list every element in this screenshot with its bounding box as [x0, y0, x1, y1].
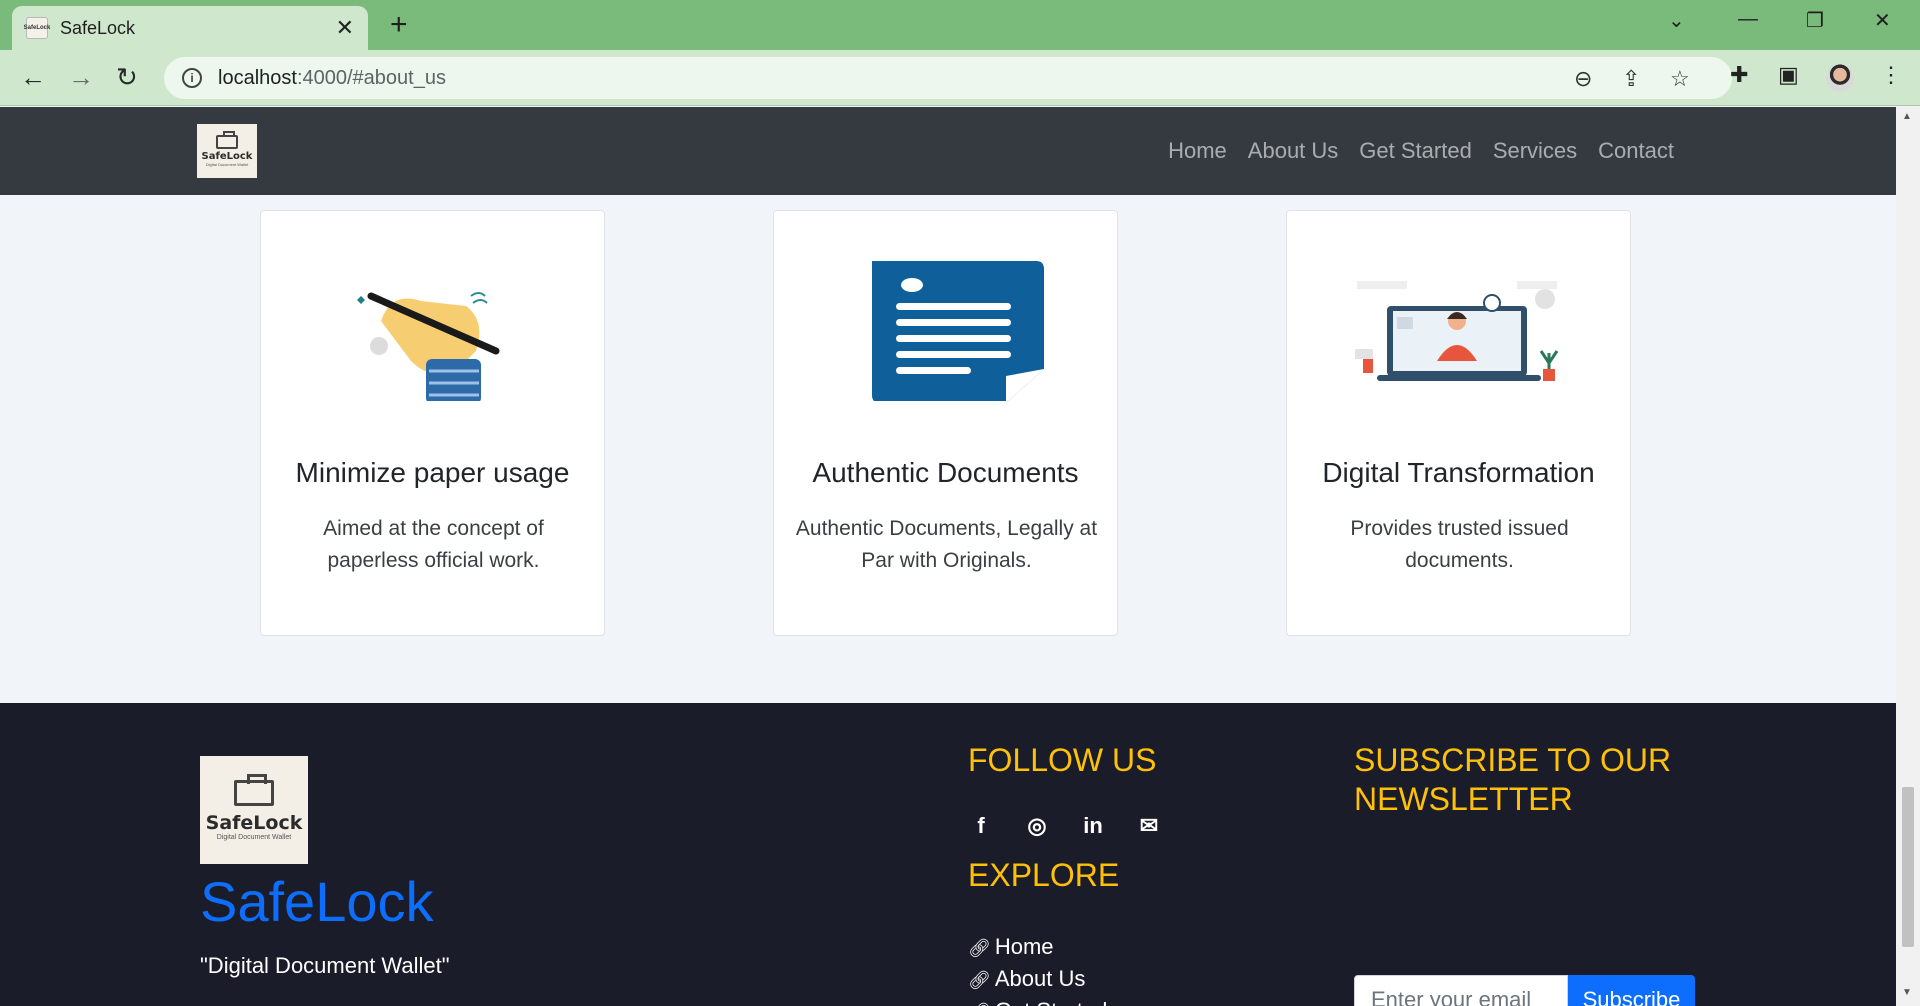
link-icon: 🔗︎	[968, 1002, 991, 1006]
extensions-icon[interactable]: ✚	[1730, 62, 1748, 88]
feature-text: Authentic Documents, Legally at Par with…	[795, 517, 1098, 572]
email-input[interactable]	[1354, 975, 1568, 1006]
profile-avatar[interactable]	[1826, 64, 1854, 92]
logo-tagline: Digital Document Wallet	[205, 162, 249, 167]
explore-link-label: About Us	[994, 966, 1086, 991]
explore-heading: EXPLORE	[968, 857, 1120, 893]
nav-link-contact[interactable]: Contact	[1598, 138, 1674, 164]
nav-link-home[interactable]: Home	[1168, 138, 1227, 164]
window-close-icon[interactable]: ✕	[1874, 8, 1891, 33]
tab-search-chevron-icon[interactable]: ⌄	[1668, 8, 1685, 33]
nav-links: Home About Us Get Started Services Conta…	[1168, 107, 1674, 195]
browser-toolbar: ← → ↻ i localhost:4000/#about_us ⊖ ⇪ ☆	[0, 50, 1920, 106]
briefcase-icon	[234, 773, 274, 806]
video-call-illustration	[1355, 281, 1559, 381]
feature-title: Minimize paper usage	[295, 457, 570, 488]
explore-links: 🔗︎Home 🔗︎About Us 🔗︎Get Started	[968, 931, 1107, 1006]
restore-icon[interactable]: ❐	[1806, 8, 1824, 33]
feature-text: Aimed at the concept of paperless offici…	[323, 517, 544, 572]
footer-logo: SafeLock Digital Document Wallet	[200, 756, 308, 864]
address-bar[interactable]: i localhost:4000/#about_us ⊖ ⇪ ☆	[164, 57, 1732, 99]
minimize-icon[interactable]: —	[1738, 8, 1758, 31]
site-footer: SafeLock Digital Document Wallet SafeLoc…	[0, 703, 1896, 1006]
sidepanel-icon[interactable]: ▣	[1778, 62, 1799, 88]
explore-link-home[interactable]: 🔗︎ Home	[968, 931, 1107, 963]
explore-link-label: Home	[994, 934, 1054, 959]
info-icon[interactable]: i	[182, 68, 202, 88]
back-icon[interactable]: ←	[20, 62, 46, 92]
social-links: f ◎ in ✉	[968, 813, 1162, 839]
browser-tabstrip: SafeLock SafeLock ✕ + ⌄ — ❐ ✕	[0, 0, 1920, 50]
forward-icon[interactable]: →	[68, 62, 94, 92]
explore-link-label: Get Started	[995, 998, 1108, 1006]
nav-link-about-us[interactable]: About Us	[1248, 138, 1339, 164]
menu-icon[interactable]: ⋮	[1880, 62, 1902, 88]
navbar-logo[interactable]: SafeLock Digital Document Wallet	[197, 124, 257, 178]
tab-title: SafeLock	[60, 17, 136, 38]
footer-logo-name: SafeLock	[205, 811, 303, 834]
document-icon	[872, 261, 1044, 401]
url-path: :4000/#about_us	[296, 66, 446, 89]
feature-card-authentic: Authentic Documents Authentic Documents,…	[773, 210, 1118, 636]
feature-card-paper: Minimize paper usage Aimed at the concep…	[260, 210, 605, 636]
footer-brand: SafeLock	[200, 870, 434, 933]
nav-link-get-started[interactable]: Get Started	[1359, 138, 1472, 164]
zoom-out-icon[interactable]: ⊖	[1574, 66, 1592, 92]
star-icon[interactable]: ☆	[1670, 66, 1690, 92]
subscribe-heading: SUBSCRIBE TO OUR NEWSLETTER	[1354, 742, 1672, 817]
scroll-down-icon[interactable]: ▼	[1902, 987, 1912, 998]
url-text[interactable]: localhost:4000/#about_us	[218, 67, 446, 90]
reload-icon[interactable]: ↻	[116, 62, 138, 92]
link-icon: 🔗︎	[968, 970, 991, 990]
briefcase-icon	[216, 131, 238, 149]
site-navbar: SafeLock Digital Document Wallet Home Ab…	[0, 107, 1896, 195]
link-icon: 🔗︎	[968, 938, 991, 958]
new-tab-icon[interactable]: +	[390, 10, 408, 40]
favicon-icon: SafeLock	[24, 17, 50, 39]
feature-title: Digital Transformation	[1322, 457, 1595, 488]
logo-name: SafeLock	[201, 151, 253, 162]
nav-link-services[interactable]: Services	[1493, 138, 1577, 164]
explore-link-get-started[interactable]: 🔗︎ Get Started	[968, 995, 1107, 1006]
browser-tab[interactable]: SafeLock SafeLock ✕	[12, 6, 368, 50]
feature-title: Authentic Documents	[812, 457, 1079, 488]
footer-tagline: "Digital Document Wallet"	[200, 953, 450, 978]
tab-close-icon[interactable]: ✕	[336, 17, 354, 39]
scrollbar-thumb[interactable]	[1902, 787, 1914, 947]
facebook-icon[interactable]: f	[968, 813, 994, 839]
follow-heading: FOLLOW US	[968, 742, 1157, 778]
share-icon[interactable]: ⇪	[1622, 66, 1640, 92]
instagram-icon[interactable]: ◎	[1024, 813, 1050, 839]
page-viewport: SafeLock Digital Document Wallet Home Ab…	[0, 107, 1896, 1006]
page-scrollbar[interactable]: ▲ ▼	[1896, 107, 1920, 1006]
newsletter-form: Subscribe	[1354, 975, 1695, 1006]
footer-logo-tagline: Digital Document Wallet	[216, 833, 292, 841]
hand-writing-illustration	[357, 292, 500, 401]
subscribe-button[interactable]: Subscribe	[1568, 975, 1695, 1006]
explore-link-about-us[interactable]: 🔗︎ About Us	[968, 963, 1107, 995]
linkedin-icon[interactable]: in	[1080, 813, 1106, 839]
feature-card-digital: Digital Transformation Provides trusted …	[1286, 210, 1631, 636]
url-host: localhost	[218, 66, 297, 89]
envelope-icon[interactable]: ✉	[1136, 813, 1162, 839]
feature-text: Provides trusted issued documents.	[1350, 517, 1569, 572]
scroll-up-icon[interactable]: ▲	[1902, 111, 1912, 122]
